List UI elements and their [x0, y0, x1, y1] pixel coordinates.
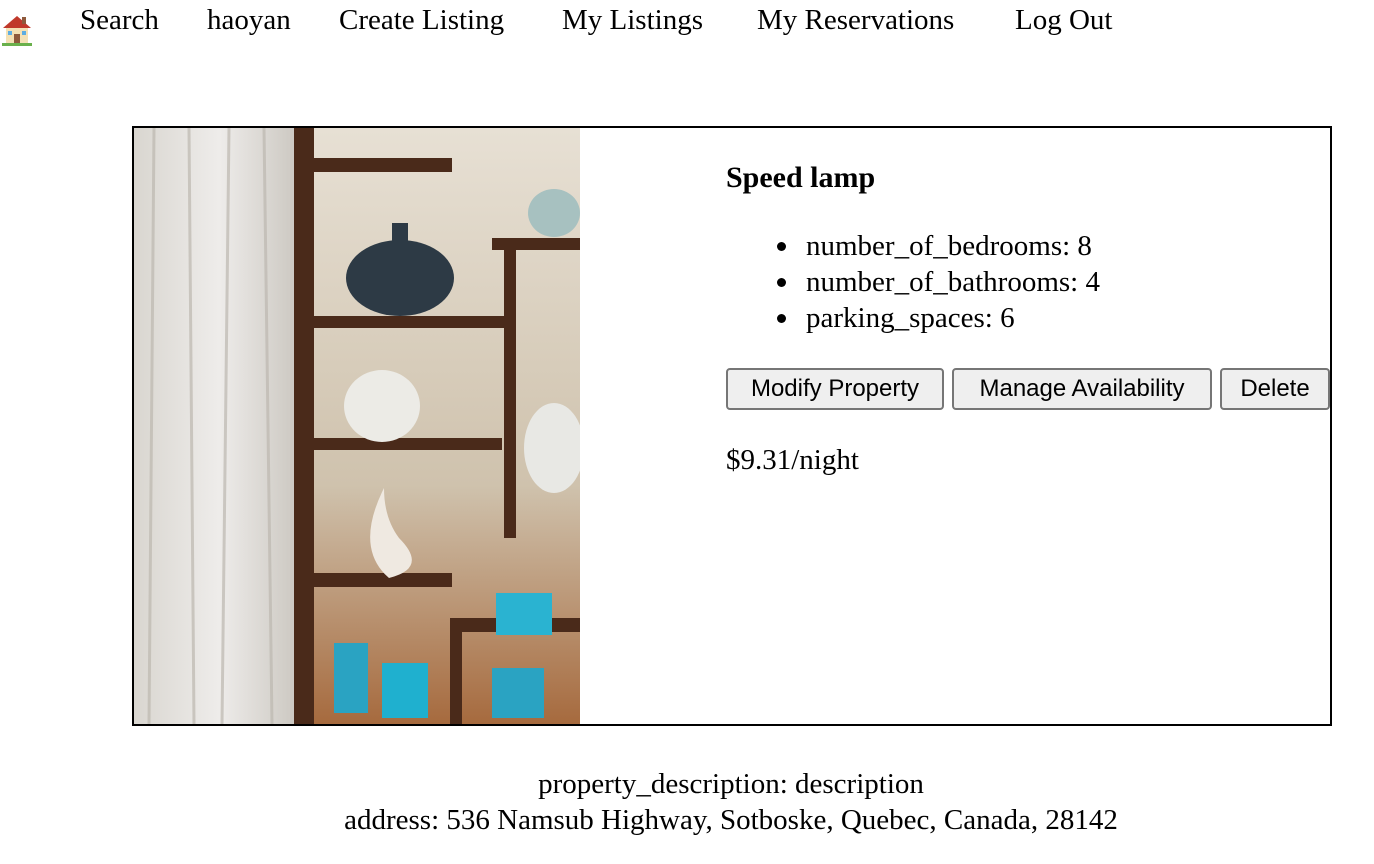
nav-my-reservations-link[interactable]: My Reservations [757, 2, 954, 38]
listing-card: Speed lamp number_of_bedrooms: 8 number_… [132, 126, 1332, 726]
nav-search-link[interactable]: Search [80, 2, 159, 38]
nav-create-listing-link[interactable]: Create Listing [339, 2, 504, 38]
property-photo [134, 128, 580, 724]
property-description: property_description: description [538, 768, 924, 800]
list-item: number_of_bedrooms: 8 [726, 228, 1100, 264]
list-item: parking_spaces: 6 [726, 300, 1100, 336]
nav-user-link[interactable]: haoyan [207, 2, 291, 38]
modify-property-button[interactable]: Modify Property [726, 368, 944, 410]
nav-my-listings-link[interactable]: My Listings [562, 2, 703, 38]
top-nav: Search haoyan Create Listing My Listings… [0, 0, 1374, 48]
property-details: property_description: description addres… [0, 766, 1374, 838]
house-icon[interactable] [0, 11, 34, 47]
list-item: number_of_bathrooms: 4 [726, 264, 1100, 300]
features-list: number_of_bedrooms: 8 number_of_bathroom… [726, 228, 1100, 336]
price-per-night: $9.31/night [726, 444, 859, 476]
listing-title: Speed lamp [726, 161, 876, 194]
nav-logout-link[interactable]: Log Out [1015, 2, 1112, 38]
delete-button[interactable]: Delete [1220, 368, 1330, 410]
property-address: address: 536 Namsub Highway, Sotboske, Q… [344, 804, 1118, 836]
manage-availability-button[interactable]: Manage Availability [952, 368, 1212, 410]
